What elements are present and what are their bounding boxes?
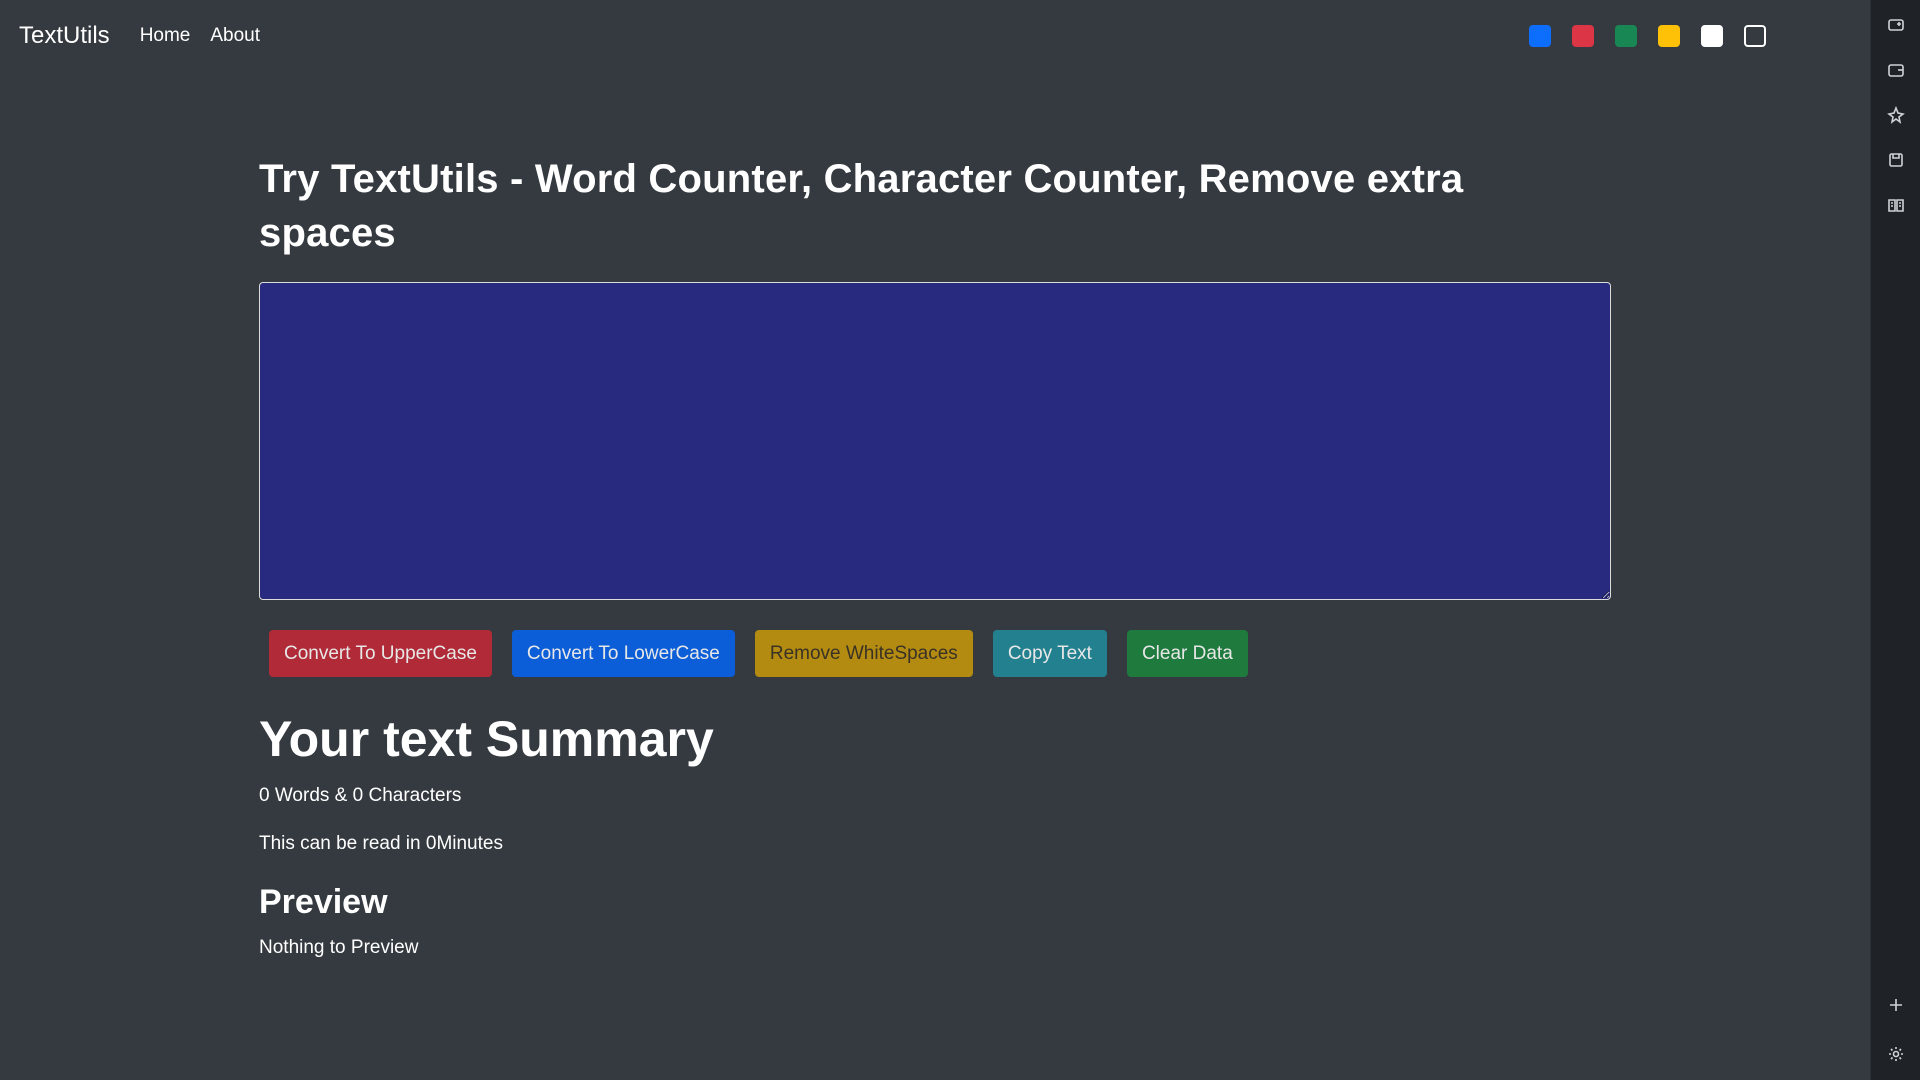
action-buttons: Convert To UpperCase Convert To LowerCas…: [259, 630, 1611, 677]
browser-side-panel: [1870, 0, 1920, 1080]
preview-heading: Preview: [259, 883, 388, 921]
page-title: Try TextUtils - Word Counter, Character …: [259, 157, 1464, 255]
theme-color-swatches: [1529, 25, 1766, 47]
navbar: TextUtils Home About: [0, 0, 1870, 72]
theme-swatch-red[interactable]: [1572, 25, 1594, 47]
theme-swatch-yellow[interactable]: [1658, 25, 1680, 47]
theme-swatch-white[interactable]: [1701, 25, 1723, 47]
save-icon[interactable]: [1885, 149, 1907, 171]
sparkle-star-icon[interactable]: [1885, 104, 1907, 126]
text-input-area[interactable]: [259, 282, 1611, 600]
copy-text-button[interactable]: Copy Text: [992, 630, 1107, 677]
settings-icon[interactable]: [1885, 1043, 1907, 1065]
read-time: This can be read in 0Minutes: [259, 833, 503, 854]
wallet-icon[interactable]: [1885, 59, 1907, 81]
theme-swatch-blue[interactable]: [1529, 25, 1551, 47]
nav-link-home[interactable]: Home: [140, 25, 191, 47]
screen-capture-icon[interactable]: [1885, 14, 1907, 36]
clear-data-button[interactable]: Clear Data: [1126, 630, 1248, 677]
summary-heading: Your text Summary: [259, 711, 714, 767]
brand-link[interactable]: TextUtils: [19, 22, 110, 50]
remove-whitespaces-button[interactable]: Remove WhiteSpaces: [754, 630, 973, 677]
reader-icon[interactable]: [1885, 194, 1907, 216]
theme-swatch-outline[interactable]: [1744, 25, 1766, 47]
preview-text: Nothing to Preview: [259, 937, 419, 958]
nav-link-about[interactable]: About: [210, 25, 260, 47]
theme-swatch-green[interactable]: [1615, 25, 1637, 47]
main-container: Try TextUtils - Word Counter, Character …: [259, 152, 1611, 959]
word-char-count: 0 Words & 0 Characters: [259, 785, 462, 806]
convert-uppercase-button[interactable]: Convert To UpperCase: [269, 630, 492, 677]
add-icon[interactable]: [1885, 994, 1907, 1016]
convert-lowercase-button[interactable]: Convert To LowerCase: [511, 630, 735, 677]
